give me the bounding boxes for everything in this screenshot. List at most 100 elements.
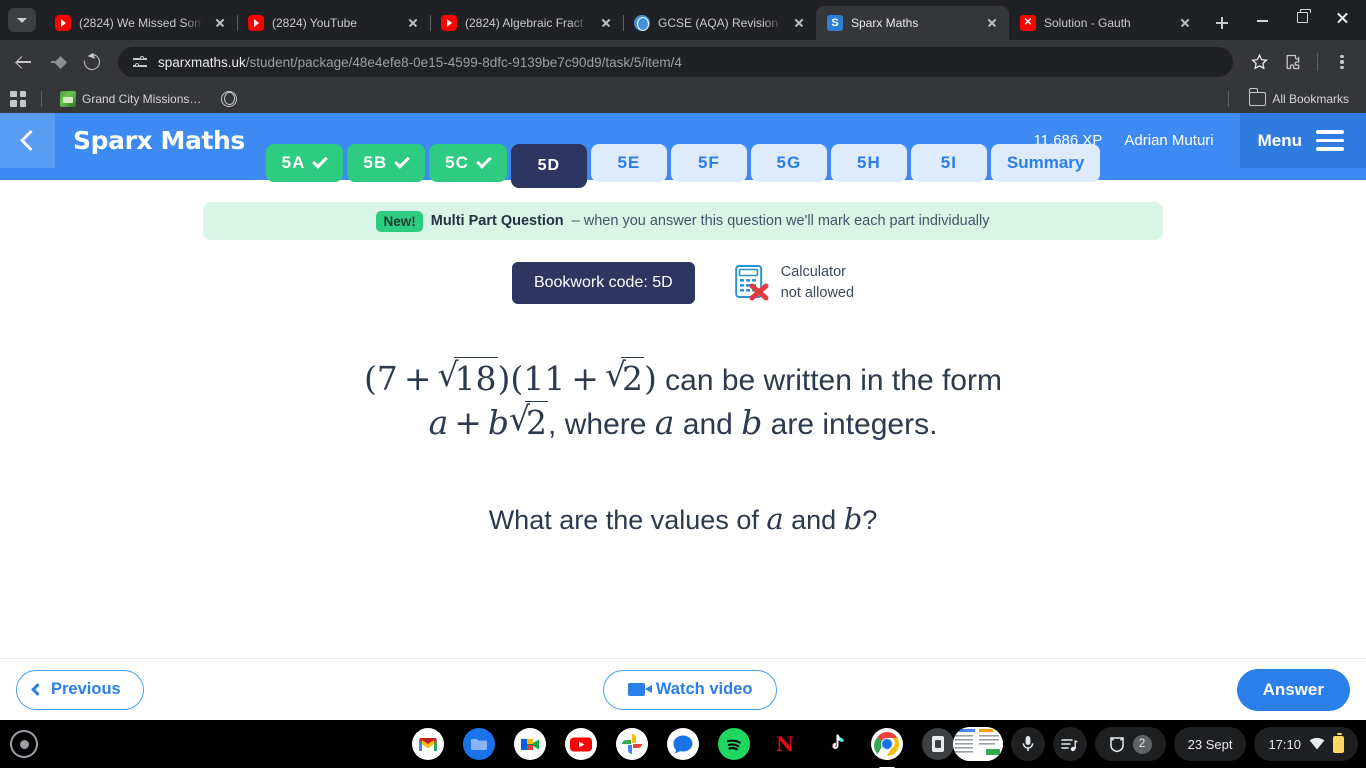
tab-title: (2824) We Missed Som xyxy=(79,16,203,30)
reload-button[interactable] xyxy=(76,46,108,78)
minimize-button[interactable] xyxy=(1242,0,1282,34)
question-tab-5d-active[interactable]: 5D xyxy=(510,144,587,188)
tab-search-button[interactable] xyxy=(0,0,44,40)
question-tab-5b[interactable]: 5B xyxy=(347,144,426,182)
tab-strip: (2824) We Missed Som (2824) YouTube (282… xyxy=(0,0,1366,40)
tab-label: 5E xyxy=(617,153,641,172)
chevron-down-icon[interactable] xyxy=(8,8,36,32)
close-window-button[interactable] xyxy=(1322,0,1362,34)
question-tab-5i[interactable]: 5I xyxy=(910,144,987,182)
app-icon[interactable] xyxy=(922,728,954,760)
browser-tab-2[interactable]: (2824) YouTube xyxy=(237,6,431,40)
google-photos-icon[interactable] xyxy=(616,728,648,760)
chrome-browser-window: (2824) We Missed Som (2824) YouTube (282… xyxy=(0,0,1366,720)
banner-text: – when you answer this question we'll ma… xyxy=(571,213,990,229)
question-text-3: are integers. xyxy=(762,408,938,442)
window-preview-thumbnail[interactable] xyxy=(952,727,1003,761)
puzzle-icon[interactable] xyxy=(1284,53,1302,71)
globe-icon xyxy=(634,15,650,31)
close-icon[interactable] xyxy=(404,14,422,32)
chromeos-shelf: N 2 23 Sept 17:10 xyxy=(0,720,1366,768)
tab-title: GCSE (AQA) Revision | xyxy=(658,16,782,30)
date-display[interactable]: 23 Sept xyxy=(1173,727,1247,761)
tiktok-icon[interactable] xyxy=(820,728,852,760)
site-settings-icon[interactable] xyxy=(132,54,148,70)
answer-button[interactable]: Answer xyxy=(1236,668,1350,711)
tab-label: 5H xyxy=(856,153,881,172)
star-icon[interactable] xyxy=(1250,54,1268,70)
close-icon[interactable] xyxy=(597,14,615,32)
maximize-button[interactable] xyxy=(1282,0,1322,34)
close-icon[interactable] xyxy=(1176,14,1194,32)
browser-tab-5-active[interactable]: S Sparx Maths xyxy=(816,6,1009,40)
calculator-line-2: not allowed xyxy=(780,285,855,302)
microphone-button[interactable] xyxy=(1010,727,1045,761)
question-and-2: and xyxy=(783,504,844,535)
chrome-menu-button[interactable] xyxy=(1326,46,1358,78)
sqrt-2-b: 2 xyxy=(509,398,549,444)
bookmark-label: Grand City Missions… xyxy=(82,91,202,106)
question-line-1: (7+18)(11+2) can be written in the form xyxy=(364,354,1002,400)
bookmarks-bar: Grand City Missions… All Bookmarks xyxy=(0,84,1366,113)
paren-close-1: ) xyxy=(497,359,511,399)
gmail-icon[interactable] xyxy=(412,728,444,760)
close-icon[interactable] xyxy=(211,14,229,32)
new-tab-button[interactable] xyxy=(1208,9,1236,37)
browser-tab-3[interactable]: (2824) Algebraic Fract xyxy=(430,6,624,40)
number-11: 11 xyxy=(523,359,566,399)
launcher-button[interactable] xyxy=(10,730,38,758)
chrome-icon[interactable] xyxy=(871,728,903,760)
all-bookmarks-label: All Bookmarks xyxy=(1272,91,1349,106)
plus-2: + xyxy=(571,359,599,399)
sparx-page: Sparx Maths 11,686 XP Adrian Muturi Menu… xyxy=(0,113,1366,720)
google-meet-icon[interactable] xyxy=(514,728,546,760)
forward-button[interactable] xyxy=(42,46,74,78)
close-icon[interactable] xyxy=(983,14,1001,32)
question-tab-5e[interactable]: 5E xyxy=(590,144,667,182)
watch-video-label: Watch video xyxy=(655,680,753,698)
calculator-status: Calculator not allowed xyxy=(734,262,855,304)
status-area[interactable]: 17:10 xyxy=(1254,727,1358,761)
bookmark-star-button[interactable] xyxy=(1243,46,1275,78)
tab-title: (2824) Algebraic Fract xyxy=(465,16,584,30)
omnibox-row: sparxmaths.uk/student/package/48e4efe8-0… xyxy=(0,40,1366,84)
media-controls-button[interactable] xyxy=(1052,727,1087,761)
browser-tab-4[interactable]: GCSE (AQA) Revision | xyxy=(623,6,816,40)
messages-icon[interactable] xyxy=(667,728,699,760)
browser-tab-1[interactable]: (2824) We Missed Som xyxy=(44,6,238,40)
back-button[interactable] xyxy=(8,46,40,78)
question-tabbar-wrap: 5A 5B 5C 5D 5E 5F 5G 5H 5I Summary xyxy=(0,144,1366,188)
extensions-button[interactable] xyxy=(1277,46,1309,78)
bookmark-grand-city-missions[interactable]: Grand City Missions… xyxy=(53,88,208,110)
variable-a-3: a xyxy=(766,501,784,536)
files-icon[interactable] xyxy=(463,728,495,760)
all-bookmarks-button[interactable]: All Bookmarks xyxy=(1242,88,1356,109)
address-bar[interactable]: sparxmaths.uk/student/package/48e4efe8-0… xyxy=(118,47,1233,77)
close-icon[interactable] xyxy=(790,14,808,32)
question-tab-5h[interactable]: 5H xyxy=(830,144,907,182)
question-tab-summary[interactable]: Summary xyxy=(990,144,1101,182)
window-controls xyxy=(1242,0,1366,40)
question-tab-5c[interactable]: 5C xyxy=(429,144,507,182)
variable-a: a xyxy=(428,403,449,443)
check-icon xyxy=(394,153,410,169)
youtube-icon[interactable] xyxy=(565,728,597,760)
chevron-left-icon xyxy=(31,683,44,696)
bookmark-globe[interactable] xyxy=(214,88,244,110)
question-text-1: can be written in the form xyxy=(656,364,1002,398)
netflix-icon[interactable]: N xyxy=(769,728,801,760)
browser-tab-6[interactable]: ✕ Solution - Gauth xyxy=(1009,6,1202,40)
notifications-button[interactable]: 2 xyxy=(1094,727,1166,761)
kebab-menu-icon[interactable] xyxy=(1333,53,1351,71)
apps-grid-icon[interactable] xyxy=(10,90,26,107)
sparx-icon: S xyxy=(827,15,843,31)
question-tab-5a[interactable]: 5A xyxy=(265,144,344,182)
variable-b-2: b xyxy=(741,403,763,443)
previous-button[interactable]: Previous xyxy=(16,669,144,710)
question-tab-5f[interactable]: 5F xyxy=(670,144,747,182)
check-icon xyxy=(312,153,329,169)
spotify-icon[interactable] xyxy=(718,728,750,760)
question-tab-5g[interactable]: 5G xyxy=(750,144,827,182)
watch-video-button[interactable]: Watch video xyxy=(602,669,778,710)
date-label: 23 Sept xyxy=(1187,736,1233,752)
